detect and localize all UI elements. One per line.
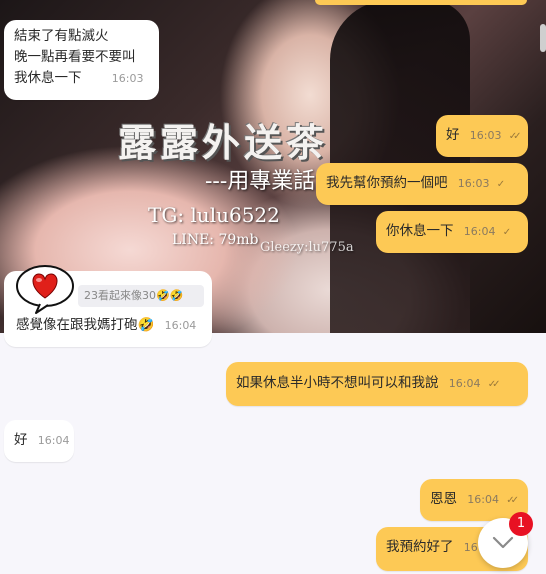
- message-text: 結束了有點滅火: [14, 28, 109, 44]
- heart-sticker-icon: [16, 265, 74, 314]
- watermark-gleezy: Gleezy:lu775a: [260, 240, 354, 255]
- message-text: 我休息一下: [14, 70, 82, 86]
- message-text: 我先幫你預約一個吧: [326, 175, 448, 191]
- message-text: 好: [446, 127, 460, 143]
- message-bubble-outgoing[interactable]: 你休息一下 16:04 ✓: [376, 211, 528, 253]
- message-bubble-incoming[interactable]: 好 16:04: [4, 420, 74, 462]
- message-time: 16:03: [469, 129, 502, 142]
- reply-quote[interactable]: 23看起來像30🤣🤣: [78, 285, 204, 307]
- message-time: 16: [463, 541, 478, 554]
- unread-count-badge: 1: [509, 512, 533, 536]
- check-icon: ✓: [496, 179, 506, 190]
- message-text: 如果休息半小時不想叫可以和我說: [236, 375, 439, 391]
- message-time: 16:04: [37, 434, 70, 447]
- message-text: 好: [14, 432, 28, 448]
- message-text: 我預約好了: [386, 539, 454, 555]
- message-bubble-outgoing[interactable]: 如果休息半小時不想叫可以和我說 16:04 ✓✓: [226, 362, 528, 406]
- message-text: 你休息一下: [386, 223, 454, 239]
- message-time: 16:04: [467, 493, 499, 506]
- chevron-down-icon: [492, 536, 514, 549]
- message-text: 感覺像在跟我媽打砲🤣: [16, 317, 155, 333]
- message-text: 恩恩: [430, 491, 457, 507]
- message-time: 16:04: [463, 225, 496, 238]
- scrollbar[interactable]: [540, 24, 546, 52]
- message-bubble-outgoing[interactable]: 我先幫你預約一個吧 16:03 ✓: [316, 163, 528, 205]
- double-check-icon: ✓✓: [508, 131, 522, 142]
- message-time: 16:04: [164, 319, 197, 332]
- message-text: 晚一點再看要不要叫: [14, 49, 136, 65]
- message-time: 16:03: [457, 177, 490, 190]
- watermark-line: LINE: 79mb: [172, 232, 259, 248]
- check-icon: ✓: [502, 227, 512, 238]
- double-check-icon: ✓✓: [506, 495, 519, 506]
- message-time: 16:04: [448, 377, 481, 390]
- watermark-subtitle: ---用專業話: [205, 169, 316, 194]
- previous-message-edge: [315, 0, 527, 5]
- double-check-icon: ✓✓: [487, 379, 501, 390]
- watermark-title: 露露外送茶: [118, 120, 329, 165]
- message-bubble-outgoing[interactable]: 好 16:03 ✓✓: [436, 115, 528, 157]
- message-bubble-incoming[interactable]: 結束了有點滅火 晚一點再看要不要叫 我休息一下 16:03: [4, 20, 159, 100]
- message-time: 16:03: [111, 72, 144, 85]
- watermark-tg: TG: lulu6522: [148, 203, 280, 227]
